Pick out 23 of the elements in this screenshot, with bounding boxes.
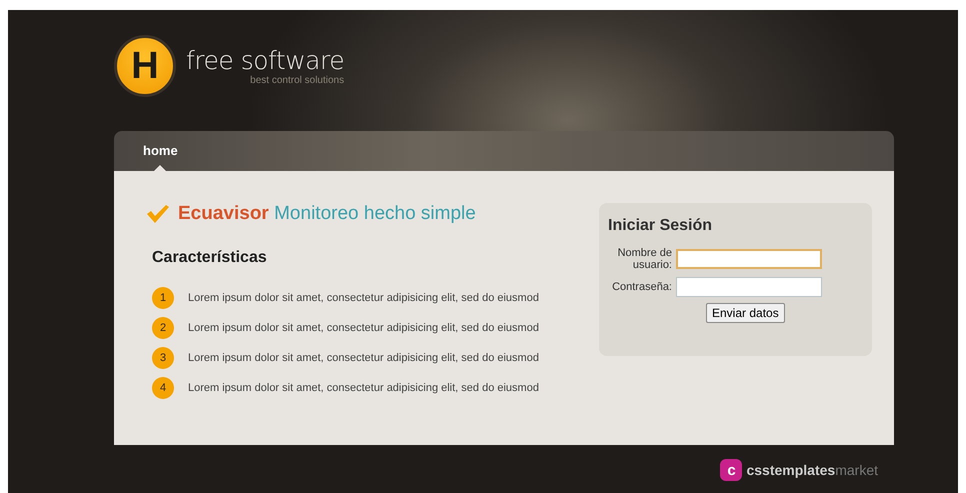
number-badge: 3	[152, 347, 174, 369]
feature-text: Lorem ipsum dolor sit amet, consectetur adipisicing elit, sed do eiusmod	[188, 382, 539, 394]
field-label: Contraseña:	[611, 281, 672, 293]
input-field[interactable]	[676, 249, 822, 269]
feature-text: Lorem ipsum dolor sit amet, consectetur adipisicing elit, sed do eiusmod	[188, 352, 539, 364]
number-badge: 1	[152, 287, 174, 309]
footer-logo-badge: c	[720, 459, 742, 481]
nav-tab[interactable]: home	[142, 131, 179, 171]
headline: Ecuavisor Monitoreo hecho simple	[178, 203, 476, 225]
number-badge: 2	[152, 317, 174, 339]
feature-text: Lorem ipsum dolor sit amet, consectetur adipisicing elit, sed do eiusmod	[188, 292, 539, 304]
input-field[interactable]	[676, 277, 822, 297]
login-title: Iniciar Sesión	[608, 217, 714, 235]
footer-brand[interactable]: csstemplatesmarket	[746, 462, 878, 478]
field-label: Nombre de usuario:	[616, 247, 672, 271]
number-badge: 4	[152, 377, 174, 399]
site-name: free software	[186, 47, 344, 75]
submit-button[interactable]: Enviar datos	[706, 303, 785, 323]
section-heading: Características	[152, 249, 268, 267]
checkmark-icon	[146, 204, 170, 224]
logo-badge: H	[114, 35, 176, 97]
feature-text: Lorem ipsum dolor sit amet, consectetur adipisicing elit, sed do eiusmod	[188, 322, 539, 334]
site-tagline: best control solutions	[250, 75, 344, 86]
